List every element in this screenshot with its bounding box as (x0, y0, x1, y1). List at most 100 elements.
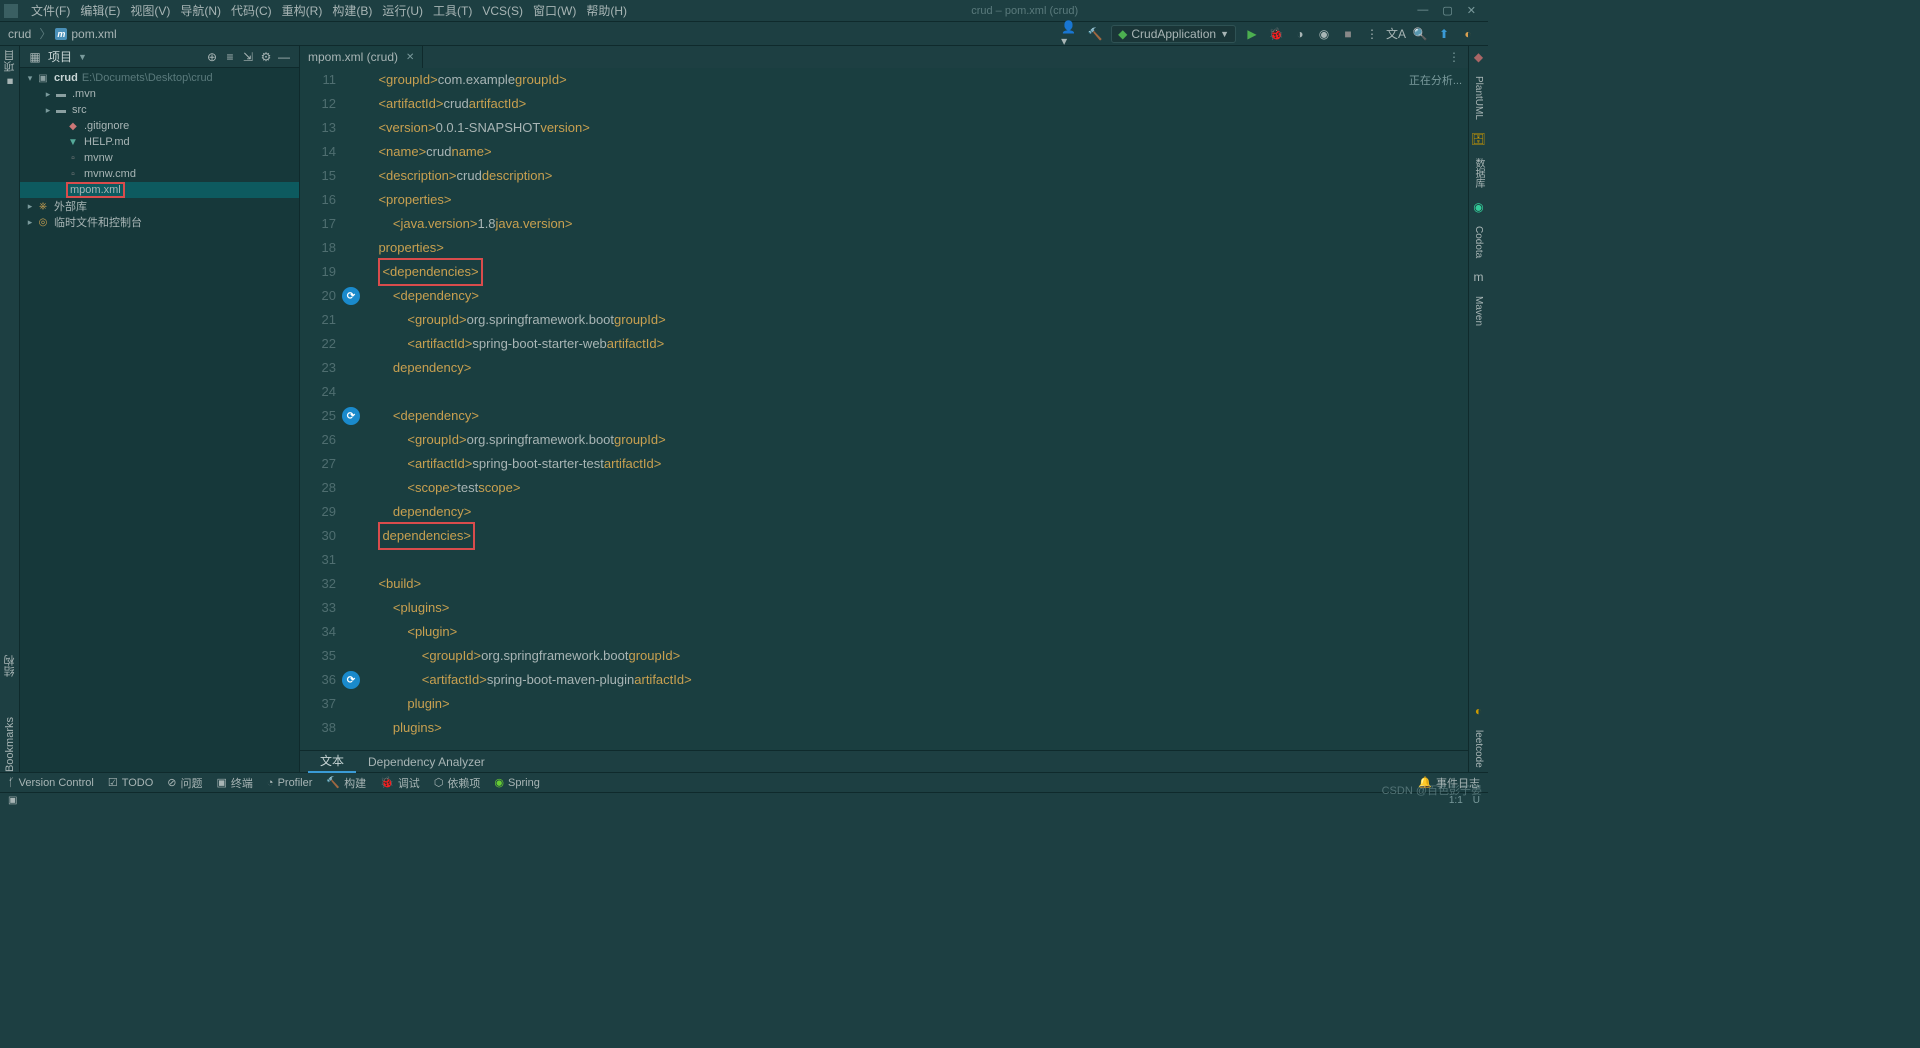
update-icon[interactable]: ⬆ (1434, 24, 1454, 44)
left-tool-rail: ■ 项目 结构 Bookmarks (0, 46, 20, 772)
editor-tab[interactable]: m pom.xml (crud) ✕ (300, 46, 423, 68)
search-icon[interactable]: 🔍 (1410, 24, 1430, 44)
build-icon[interactable]: 🔨 (1085, 24, 1105, 44)
tree-item-gitignore[interactable]: ◆ .gitignore (20, 118, 299, 134)
run-config-dropdown[interactable]: ◆ CrudApplication ▼ (1111, 25, 1236, 43)
collapse-icon[interactable]: ⇲ (239, 50, 257, 64)
todo-icon: ☑ (108, 776, 118, 789)
problems-tool[interactable]: ⊘问题 (167, 775, 202, 791)
expand-all-icon[interactable]: ≡ (221, 50, 239, 64)
run-button[interactable]: ▶ (1242, 24, 1262, 44)
gear-icon[interactable]: ⚙ (257, 50, 275, 64)
ide-settings-icon[interactable]: ◐ (1458, 24, 1478, 44)
plantuml-tool[interactable]: PlantUML (1473, 72, 1484, 124)
editor-area: m pom.xml (crud) ✕ ⋮ 正在分析... 11121314151… (300, 46, 1468, 772)
tree-item-mvnwcmd[interactable]: ▫ mvnw.cmd (20, 166, 299, 182)
menu-item[interactable]: 代码(C) (226, 4, 277, 18)
user-icon[interactable]: 👤▾ (1061, 24, 1081, 44)
tab-options-icon[interactable]: ⋮ (1448, 50, 1468, 64)
vcs-tool[interactable]: ᚶVersion Control (8, 777, 94, 789)
project-panel-title[interactable]: 项目 (48, 48, 72, 65)
more-icon[interactable]: ⋮ (1362, 24, 1382, 44)
profiler-tool[interactable]: ◔Profiler (267, 777, 313, 789)
gutter-action-icon[interactable]: ⟳ (342, 671, 360, 689)
tree-item-src[interactable]: ▸ ▬ src (20, 102, 299, 118)
folder-icon: ▬ (54, 87, 68, 101)
tree-item-mvn[interactable]: ▸ ▬ .mvn (20, 86, 299, 102)
leetcode-icon[interactable]: ◐ (1472, 704, 1486, 718)
app-logo (4, 4, 18, 18)
project-view-icon[interactable]: ▦ (26, 50, 44, 64)
tab-text[interactable]: 文本 (308, 751, 356, 773)
menu-item[interactable]: 工具(T) (428, 4, 477, 18)
close-button[interactable]: ✕ (1467, 4, 1476, 17)
breadcrumb-file[interactable]: pom.xml (71, 27, 116, 41)
code-content[interactable]: <groupId>com.examplegroupId> <artifactId… (364, 68, 1468, 750)
menu-item[interactable]: 编辑(E) (75, 4, 125, 18)
codota-icon[interactable]: ◉ (1472, 200, 1486, 214)
coverage-button[interactable]: ◑ (1290, 24, 1310, 44)
profile-button[interactable]: ◉ (1314, 24, 1334, 44)
menu-item[interactable]: 帮助(H) (581, 4, 632, 18)
translate-icon[interactable]: 文A (1386, 24, 1406, 44)
folder-icon: ▣ (36, 71, 50, 85)
project-panel: ▦ 项目 ▼ ⊕ ≡ ⇲ ⚙ — ▾ ▣ crud E:\Documets\De… (20, 46, 300, 772)
project-tree[interactable]: ▾ ▣ crud E:\Documets\Desktop\crud ▸ ▬ .m… (20, 68, 299, 772)
line-gutter[interactable]: 1112131415161718192021222324252627282930… (300, 68, 344, 750)
minimize-button[interactable]: — (1417, 4, 1428, 17)
menubar: 文件(F)编辑(E)视图(V)导航(N)代码(C)重构(R)构建(B)运行(U)… (0, 0, 1488, 22)
maven-tool[interactable]: Maven (1473, 292, 1484, 330)
menu-item[interactable]: VCS(S) (477, 4, 528, 18)
tree-external-libs[interactable]: ▸ ⎈ 外部库 (20, 198, 299, 214)
database-tool[interactable]: 数据库 (1471, 154, 1486, 192)
tab-dependency-analyzer[interactable]: Dependency Analyzer (356, 751, 497, 773)
tree-item-mvnw[interactable]: ▫ mvnw (20, 150, 299, 166)
expand-arrow-icon[interactable]: ▸ (42, 89, 54, 100)
gutter-action-icon[interactable]: ⟳ (342, 287, 360, 305)
tree-root[interactable]: ▾ ▣ crud E:\Documets\Desktop\crud (20, 70, 299, 86)
menu-item[interactable]: 重构(R) (277, 4, 328, 18)
menu-item[interactable]: 文件(F) (26, 4, 75, 18)
tree-item-help[interactable]: ▼ HELP.md (20, 134, 299, 150)
gutter-action-icon[interactable]: ⟳ (342, 407, 360, 425)
plantuml-icon[interactable]: ◆ (1472, 50, 1486, 64)
debug-button[interactable]: 🐞 (1266, 24, 1286, 44)
debug-tool[interactable]: 🐞调试 (380, 775, 420, 791)
editor[interactable]: 正在分析... 11121314151617181920212223242526… (300, 68, 1468, 750)
menu-item[interactable]: 窗口(W) (528, 4, 581, 18)
expand-arrow-icon[interactable]: ▾ (24, 73, 36, 84)
menu-item[interactable]: 构建(B) (327, 4, 377, 18)
tree-item-pom[interactable]: m pom.xml (20, 182, 299, 198)
database-icon[interactable]: 🗄 (1472, 132, 1486, 146)
deps-tool[interactable]: ⬡依赖项 (434, 775, 481, 791)
tree-scratches[interactable]: ▸ ◎ 临时文件和控制台 (20, 214, 299, 230)
menu-item[interactable]: 运行(U) (377, 4, 428, 18)
hide-icon[interactable]: — (275, 50, 293, 64)
file-icon: ▫ (66, 151, 80, 165)
bookmarks-tool[interactable]: Bookmarks (4, 717, 16, 772)
leetcode-tool[interactable]: leetcode (1473, 726, 1484, 772)
project-tool-button[interactable]: ■ 项目 (2, 50, 18, 87)
menu-item[interactable]: 视图(V) (125, 4, 175, 18)
fold-gutter[interactable]: ⟳ ⟳ ⟳ (344, 68, 364, 750)
close-tab-icon[interactable]: ✕ (406, 52, 414, 63)
expand-arrow-icon[interactable]: ▸ (24, 217, 36, 228)
structure-tool[interactable]: 结构 (2, 655, 18, 677)
todo-tool[interactable]: ☑TODO (108, 776, 153, 789)
breadcrumb-root[interactable]: crud (8, 27, 31, 41)
maven-icon[interactable]: m (1474, 270, 1484, 284)
status-corner-icon[interactable]: ▣ (8, 795, 17, 806)
build-tool[interactable]: 🔨构建 (326, 775, 366, 791)
chevron-down-icon[interactable]: ▼ (78, 52, 87, 62)
bug-icon: 🐞 (380, 776, 394, 789)
maximize-button[interactable]: ▢ (1442, 4, 1452, 17)
expand-arrow-icon[interactable]: ▸ (24, 201, 36, 212)
spring-tool[interactable]: ◉Spring (494, 776, 539, 789)
project-panel-header: ▦ 项目 ▼ ⊕ ≡ ⇲ ⚙ — (20, 46, 299, 68)
expand-arrow-icon[interactable]: ▸ (42, 105, 54, 116)
terminal-tool[interactable]: ▣终端 (217, 775, 253, 791)
codota-tool[interactable]: Codota (1473, 222, 1484, 262)
stop-button[interactable]: ■ (1338, 24, 1358, 44)
menu-item[interactable]: 导航(N) (175, 4, 226, 18)
select-target-icon[interactable]: ⊕ (203, 50, 221, 64)
